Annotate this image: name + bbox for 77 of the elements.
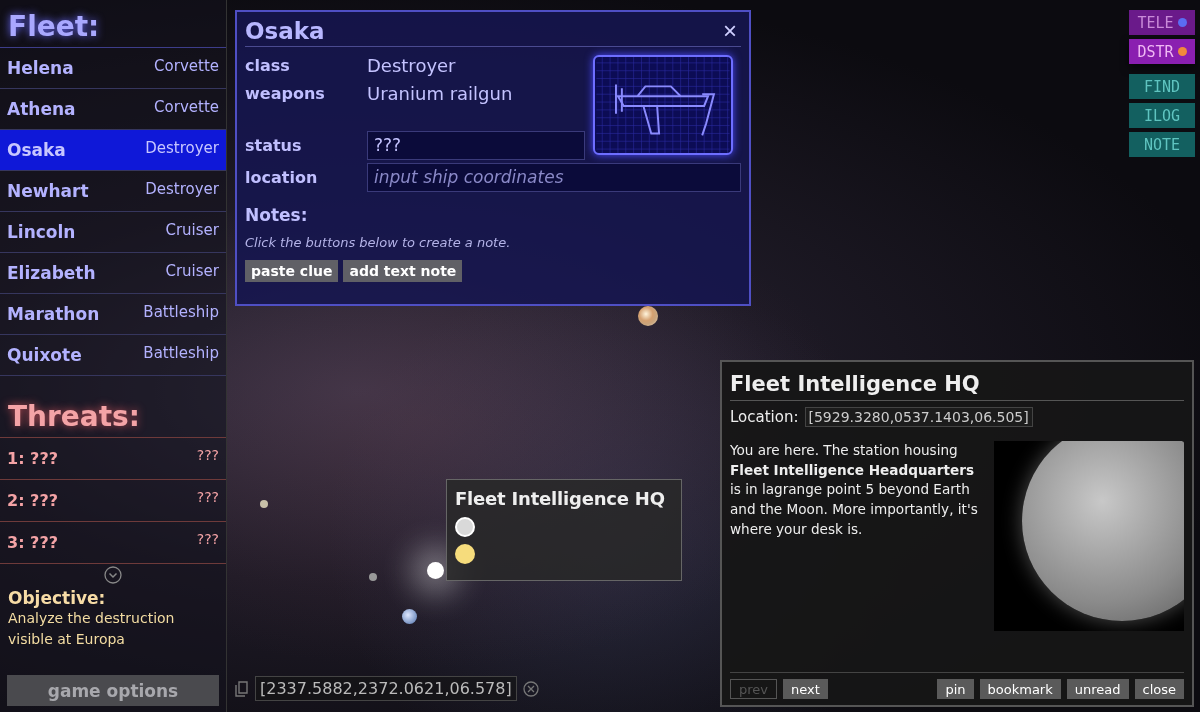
copy-icon[interactable] <box>235 680 249 697</box>
objective-text: Analyze the destruction visible at Europa <box>8 609 176 649</box>
ship-list-item[interactable]: Helena Corvette <box>0 48 226 89</box>
coordinates-field[interactable]: [5929.3280,0537.1403,06.505] <box>804 407 1033 427</box>
ship-list-item[interactable]: Elizabeth Cruiser <box>0 253 226 294</box>
tooltip-title: Fleet Intelligence HQ <box>455 488 666 509</box>
game-options-button[interactable]: game options <box>7 675 219 706</box>
mode-button[interactable]: ILOG <box>1129 103 1195 128</box>
ship-list-item[interactable]: Lincoln Cruiser <box>0 212 226 253</box>
action-button[interactable]: bookmark <box>979 679 1061 699</box>
field-value: Destroyer <box>367 54 457 76</box>
action-button[interactable]: close <box>1134 679 1184 699</box>
input-field[interactable]: input ship coordinates <box>367 162 741 192</box>
ship-name: Quixote <box>7 345 82 365</box>
mode-button[interactable]: DSTR <box>1129 39 1195 64</box>
field-value: Uranium railgun <box>367 82 514 104</box>
ship-list-item[interactable]: Newhart Destroyer <box>0 171 226 212</box>
ship-class: Corvette <box>154 98 219 116</box>
ship-class: Destroyer <box>145 139 219 157</box>
close-button[interactable]: × <box>719 19 741 43</box>
chevron-down-icon[interactable] <box>104 566 122 584</box>
action-button[interactable]: pin <box>937 679 974 699</box>
notes-toolbar-button[interactable]: add text note <box>343 260 463 282</box>
nav-button[interactable]: next <box>783 679 828 699</box>
mode-button[interactable]: FIND <box>1129 74 1195 99</box>
ship-name: Elizabeth <box>7 263 96 283</box>
ship-class: Battleship <box>143 303 219 321</box>
ship-name: Helena <box>7 58 74 78</box>
ship-list-item[interactable]: Osaka Destroyer <box>0 130 226 171</box>
ship-class: Corvette <box>154 57 219 75</box>
threat-list-item[interactable]: 2: ??? ??? <box>0 480 226 522</box>
threat-class: ??? <box>196 531 219 547</box>
input-field[interactable]: ??? <box>367 130 585 160</box>
ship-class: Destroyer <box>145 180 219 198</box>
location-marker[interactable] <box>455 517 475 537</box>
field-label: class <box>245 54 291 77</box>
location-title: Fleet Intelligence HQ <box>730 368 1184 401</box>
planet-marker[interactable] <box>402 609 417 624</box>
clear-icon[interactable] <box>522 680 539 697</box>
notes-heading: Notes: <box>245 205 309 225</box>
threat-class: ??? <box>196 489 219 505</box>
ship-name: Marathon <box>7 304 100 324</box>
coordinates-field[interactable]: [2337.5882,2372.0621,06.578] <box>255 676 517 701</box>
ship-class: Battleship <box>143 344 219 362</box>
ship-name: Lincoln <box>7 222 76 242</box>
ship-name: Newhart <box>7 181 89 201</box>
description-text: You are here. The station housing Fleet Intelligence Headquarters is in lagrange point 5 beyond Earth and the Moon. More importantly, it's where your desk is. <box>730 441 979 539</box>
threat-name: 3: ??? <box>7 533 58 552</box>
notes-hint: Click the buttons below to create a note. <box>245 235 512 250</box>
planet-marker[interactable] <box>369 573 377 581</box>
ship-name: Athena <box>7 99 76 119</box>
action-button[interactable]: unread <box>1066 679 1129 699</box>
mode-button[interactable]: TELE <box>1129 10 1195 35</box>
threats-heading: Threats: <box>0 400 226 438</box>
field-label: location <box>245 166 319 189</box>
fleet-heading: Fleet: <box>0 0 226 48</box>
threat-name: 1: ??? <box>7 449 58 468</box>
ship-list-item[interactable]: Quixote Battleship <box>0 335 226 376</box>
threat-list-item[interactable]: 1: ??? ??? <box>0 438 226 480</box>
ship-name: Osaka <box>7 140 66 160</box>
planet-marker[interactable] <box>260 500 268 508</box>
field-label: status <box>245 134 303 157</box>
field-label: weapons <box>245 82 326 105</box>
sun-marker[interactable] <box>427 562 444 579</box>
threat-list-item[interactable]: 3: ??? ??? <box>0 522 226 564</box>
ship-class: Cruiser <box>165 221 219 239</box>
threat-class: ??? <box>196 447 219 463</box>
mode-button[interactable]: NOTE <box>1129 132 1195 157</box>
threat-name: 2: ??? <box>7 491 58 510</box>
ship-class: Cruiser <box>165 262 219 280</box>
notes-toolbar-button[interactable]: paste clue <box>245 260 339 282</box>
ship-list-item[interactable]: Marathon Battleship <box>0 294 226 335</box>
ship-title: Osaka <box>245 18 325 44</box>
planet-marker[interactable] <box>638 306 658 326</box>
location-label: Location: <box>730 408 799 426</box>
objective-heading: Objective: <box>8 588 107 608</box>
location-marker[interactable] <box>455 544 475 564</box>
